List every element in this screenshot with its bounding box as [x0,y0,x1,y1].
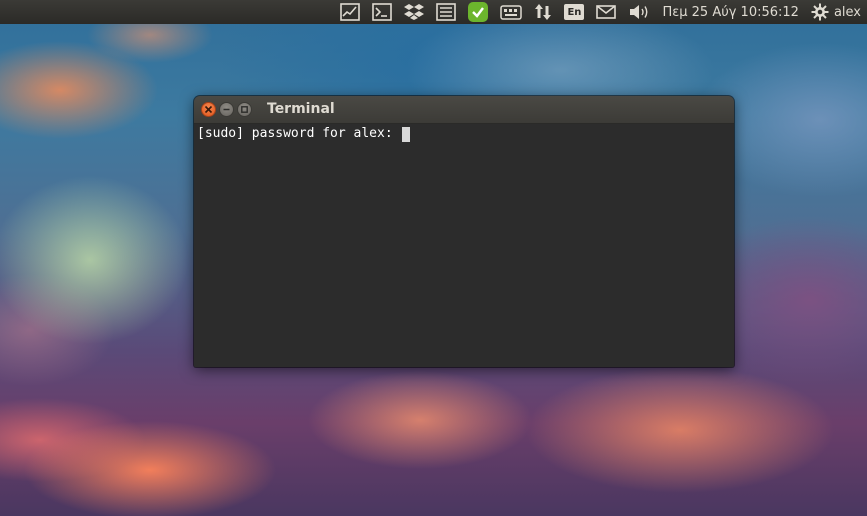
dropbox-icon [404,4,425,20]
sudo-prompt-text: [sudo] password for alex: [197,126,401,141]
terminal-window[interactable]: Terminal [sudo] password for alex: [194,96,734,367]
task-list-icon [436,3,457,21]
network-transfer-icon [535,4,552,20]
security-shield-icon [468,2,489,22]
language-indicator[interactable]: En [558,0,590,24]
mail-indicator[interactable] [590,0,622,24]
terminal-indicator-icon [372,3,393,21]
user-name: alex [833,4,861,20]
close-button[interactable] [201,102,216,117]
text-cursor [401,126,410,142]
system-monitor-icon [340,3,361,21]
terminal-titlebar[interactable]: Terminal [194,96,734,124]
mail-icon [596,5,617,19]
dropbox-indicator[interactable] [398,0,430,24]
close-icon [204,105,213,114]
keyboard-layout-icon [500,5,523,20]
maximize-button[interactable] [237,102,252,117]
desktop-wallpaper: En Πεμ 25 Αύγ 10:56:12 alex Terminal [su… [0,0,867,516]
keyboard-layout-indicator[interactable] [494,0,528,24]
language-label: En [564,4,585,20]
minimize-icon [223,108,230,111]
clock-text: Πεμ 25 Αύγ 10:56:12 [662,4,799,20]
session-indicator[interactable]: alex [805,0,863,24]
volume-icon [630,5,648,19]
system-monitor-indicator[interactable] [334,0,366,24]
clock-indicator[interactable]: Πεμ 25 Αύγ 10:56:12 [656,0,805,24]
top-panel: En Πεμ 25 Αύγ 10:56:12 alex [0,0,867,24]
task-list-indicator[interactable] [430,0,462,24]
window-title: Terminal [267,101,335,117]
prompt-line: [sudo] password for alex: [197,126,731,142]
session-gear-icon [811,3,829,21]
terminal-indicator[interactable] [366,0,398,24]
terminal-output[interactable]: [sudo] password for alex: [194,124,734,367]
network-indicator[interactable] [528,0,558,24]
security-indicator[interactable] [462,0,494,24]
maximize-icon [241,106,248,113]
minimize-button[interactable] [219,102,234,117]
volume-indicator[interactable] [622,0,656,24]
